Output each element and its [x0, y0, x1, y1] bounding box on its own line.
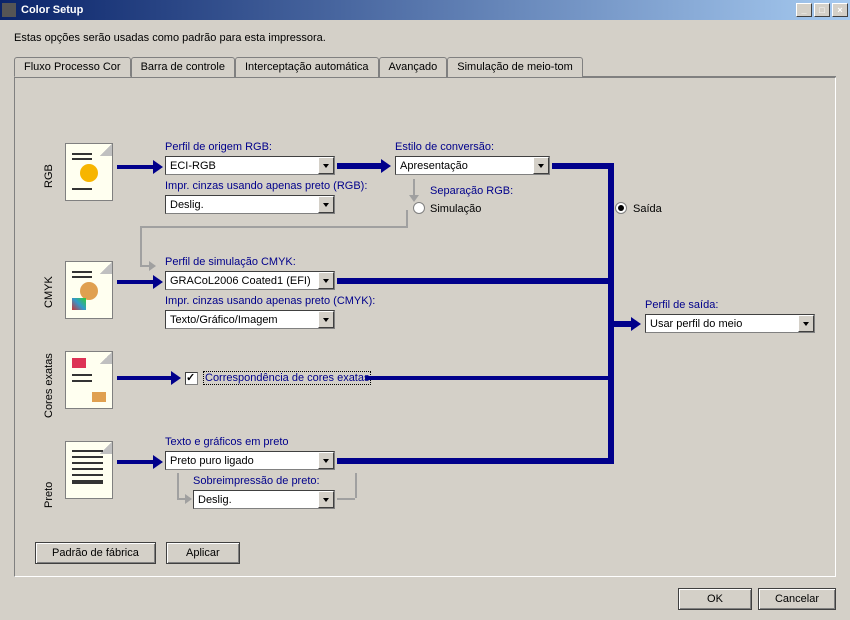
cancel-button[interactable]: Cancelar	[758, 588, 836, 610]
simulation-radio-label: Simulação	[430, 203, 481, 215]
rgb-source-select[interactable]: ECI-RGB	[165, 156, 335, 175]
rgb-gray-select[interactable]: Deslig.	[165, 195, 335, 214]
tabstrip: Fluxo Processo Cor Barra de controle Int…	[14, 56, 836, 77]
chevron-down-icon	[318, 157, 334, 174]
simulation-radio[interactable]	[413, 202, 425, 214]
app-icon	[2, 3, 16, 17]
chevron-down-icon	[318, 452, 334, 469]
black-over-select[interactable]: Deslig.	[193, 490, 335, 509]
spot-match-checkbox[interactable]	[185, 372, 198, 385]
tab-avancado[interactable]: Avançado	[379, 57, 448, 77]
chevron-down-icon	[798, 315, 814, 332]
tab-interceptacao-automatica[interactable]: Interceptação automática	[235, 57, 379, 77]
tab-barra-de-controle[interactable]: Barra de controle	[131, 57, 235, 77]
maximize-button[interactable]: □	[814, 3, 830, 17]
minimize-button[interactable]: _	[796, 3, 812, 17]
rgb-row-label: RGB	[43, 164, 55, 188]
output-profile-select[interactable]: Usar perfil do meio	[645, 314, 815, 333]
rgb-source-label: Perfil de origem RGB:	[165, 141, 272, 153]
spot-thumbnail-icon	[65, 351, 113, 409]
window-title: Color Setup	[19, 4, 794, 16]
cmyk-thumbnail-icon	[65, 261, 113, 319]
titlebar: Color Setup _ □ ×	[0, 0, 850, 20]
black-over-label: Sobreimpressão de preto:	[193, 475, 320, 487]
spot-row-label: Cores exatas	[43, 353, 55, 418]
cmyk-gray-select[interactable]: Texto/Gráfico/Imagem	[165, 310, 335, 329]
chevron-down-icon	[533, 157, 549, 174]
black-text-label: Texto e gráficos em preto	[165, 436, 289, 448]
black-row-label: Preto	[43, 482, 55, 508]
output-radio-label: Saída	[633, 203, 662, 215]
output-radio[interactable]	[615, 202, 627, 214]
dialog-description: Estas opções serão usadas como padrão pa…	[14, 32, 836, 44]
rendering-select[interactable]: Apresentação	[395, 156, 550, 175]
output-profile-label: Perfil de saída:	[645, 299, 718, 311]
apply-button[interactable]: Aplicar	[166, 542, 240, 564]
chevron-down-icon	[318, 272, 334, 289]
chevron-down-icon	[318, 196, 334, 213]
black-thumbnail-icon	[65, 441, 113, 499]
rgb-thumbnail-icon	[65, 143, 113, 201]
ok-button[interactable]: OK	[678, 588, 752, 610]
cmyk-row-label: CMYK	[43, 276, 55, 308]
cmyk-sim-select[interactable]: GRACoL2006 Coated1 (EFI)	[165, 271, 335, 290]
spot-match-label: Correspondência de cores exatas	[203, 372, 371, 384]
chevron-down-icon	[318, 311, 334, 328]
tab-simulacao-de-meio-tom[interactable]: Simulação de meio-tom	[447, 57, 583, 77]
chevron-down-icon	[318, 491, 334, 508]
black-text-select[interactable]: Preto puro ligado	[165, 451, 335, 470]
cmyk-gray-label: Impr. cinzas usando apenas preto (CMYK):	[165, 295, 375, 307]
rgb-gray-label: Impr. cinzas usando apenas preto (RGB):	[165, 180, 367, 192]
factory-default-button[interactable]: Padrão de fábrica	[35, 542, 156, 564]
cmyk-sim-label: Perfil de simulação CMYK:	[165, 256, 296, 268]
tab-fluxo-processo-cor[interactable]: Fluxo Processo Cor	[14, 57, 131, 77]
close-button[interactable]: ×	[832, 3, 848, 17]
tab-content: RGB CMYK Cores exatas Preto	[14, 77, 836, 577]
rgb-separation-label: Separação RGB:	[430, 185, 513, 197]
rendering-label: Estilo de conversão:	[395, 141, 494, 153]
